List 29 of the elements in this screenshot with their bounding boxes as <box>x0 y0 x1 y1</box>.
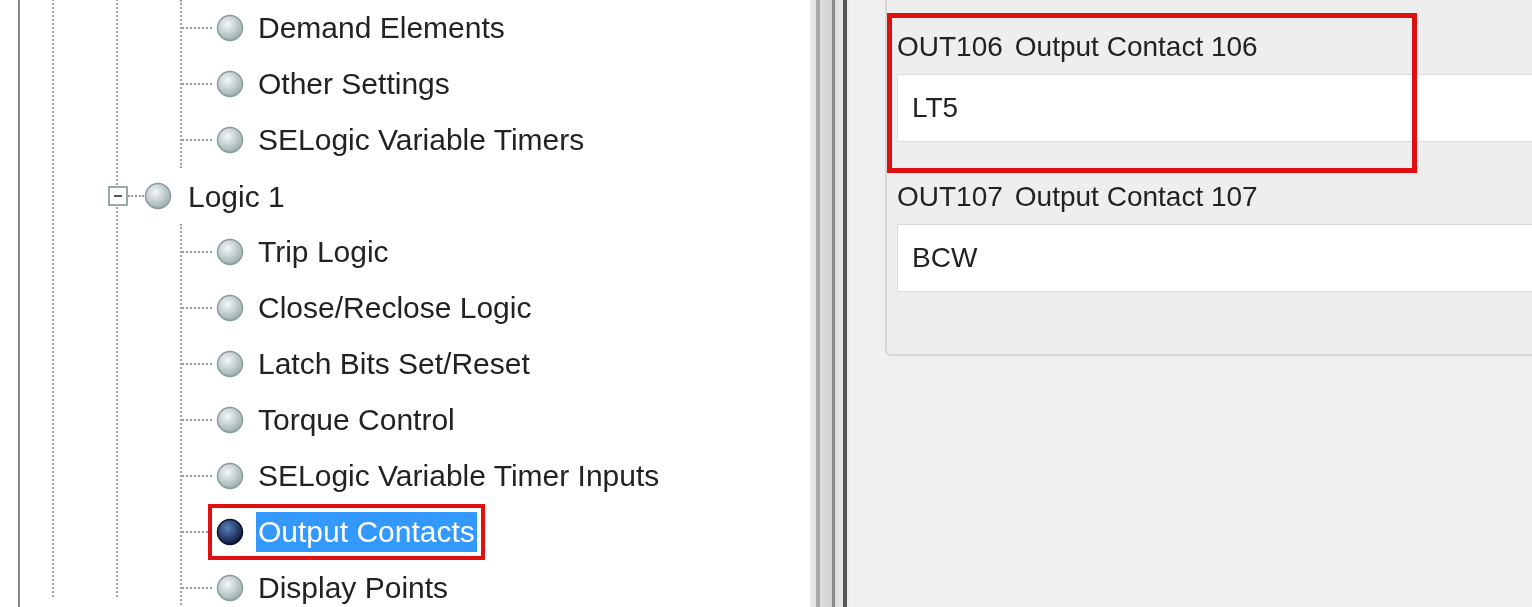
status-dot-icon <box>144 182 172 210</box>
tree-item[interactable]: Demand Elements <box>256 8 507 48</box>
splitter[interactable] <box>810 0 850 607</box>
tree-item[interactable]: Close/Reclose Logic <box>256 288 534 328</box>
collapse-toggle[interactable] <box>108 186 128 206</box>
setting-field[interactable]: BCW <box>897 224 1532 292</box>
status-dot-icon <box>216 294 244 322</box>
setting-label: Output Contact 107 <box>1014 180 1258 214</box>
status-dot-icon <box>216 126 244 154</box>
tree-item[interactable]: SELogic Variable Timers <box>256 120 587 160</box>
tree-group[interactable]: Logic 1 <box>188 173 285 219</box>
status-dot-icon <box>216 14 244 42</box>
status-dot-icon <box>216 350 244 378</box>
status-dot-icon <box>216 70 244 98</box>
tree-item[interactable]: Trip Logic <box>256 232 391 272</box>
tree-item[interactable]: Other Settings <box>256 64 452 104</box>
status-dot-icon <box>216 518 244 546</box>
status-dot-icon <box>216 238 244 266</box>
status-dot-icon <box>216 406 244 434</box>
status-dot-icon <box>216 574 244 602</box>
tree-item[interactable]: Torque Control <box>256 400 457 440</box>
setting-code: OUT106 <box>897 30 1003 64</box>
setting-field[interactable]: LT5 <box>897 74 1532 142</box>
tree-item[interactable]: Latch Bits Set/Reset <box>256 344 532 384</box>
setting-code: OUT107 <box>897 180 1003 214</box>
status-dot-icon <box>216 462 244 490</box>
setting-label: Output Contact 106 <box>1014 30 1258 64</box>
tree-item[interactable]: Display Points <box>256 568 451 607</box>
tree-item[interactable]: SELogic Variable Timer Inputs <box>256 456 662 496</box>
